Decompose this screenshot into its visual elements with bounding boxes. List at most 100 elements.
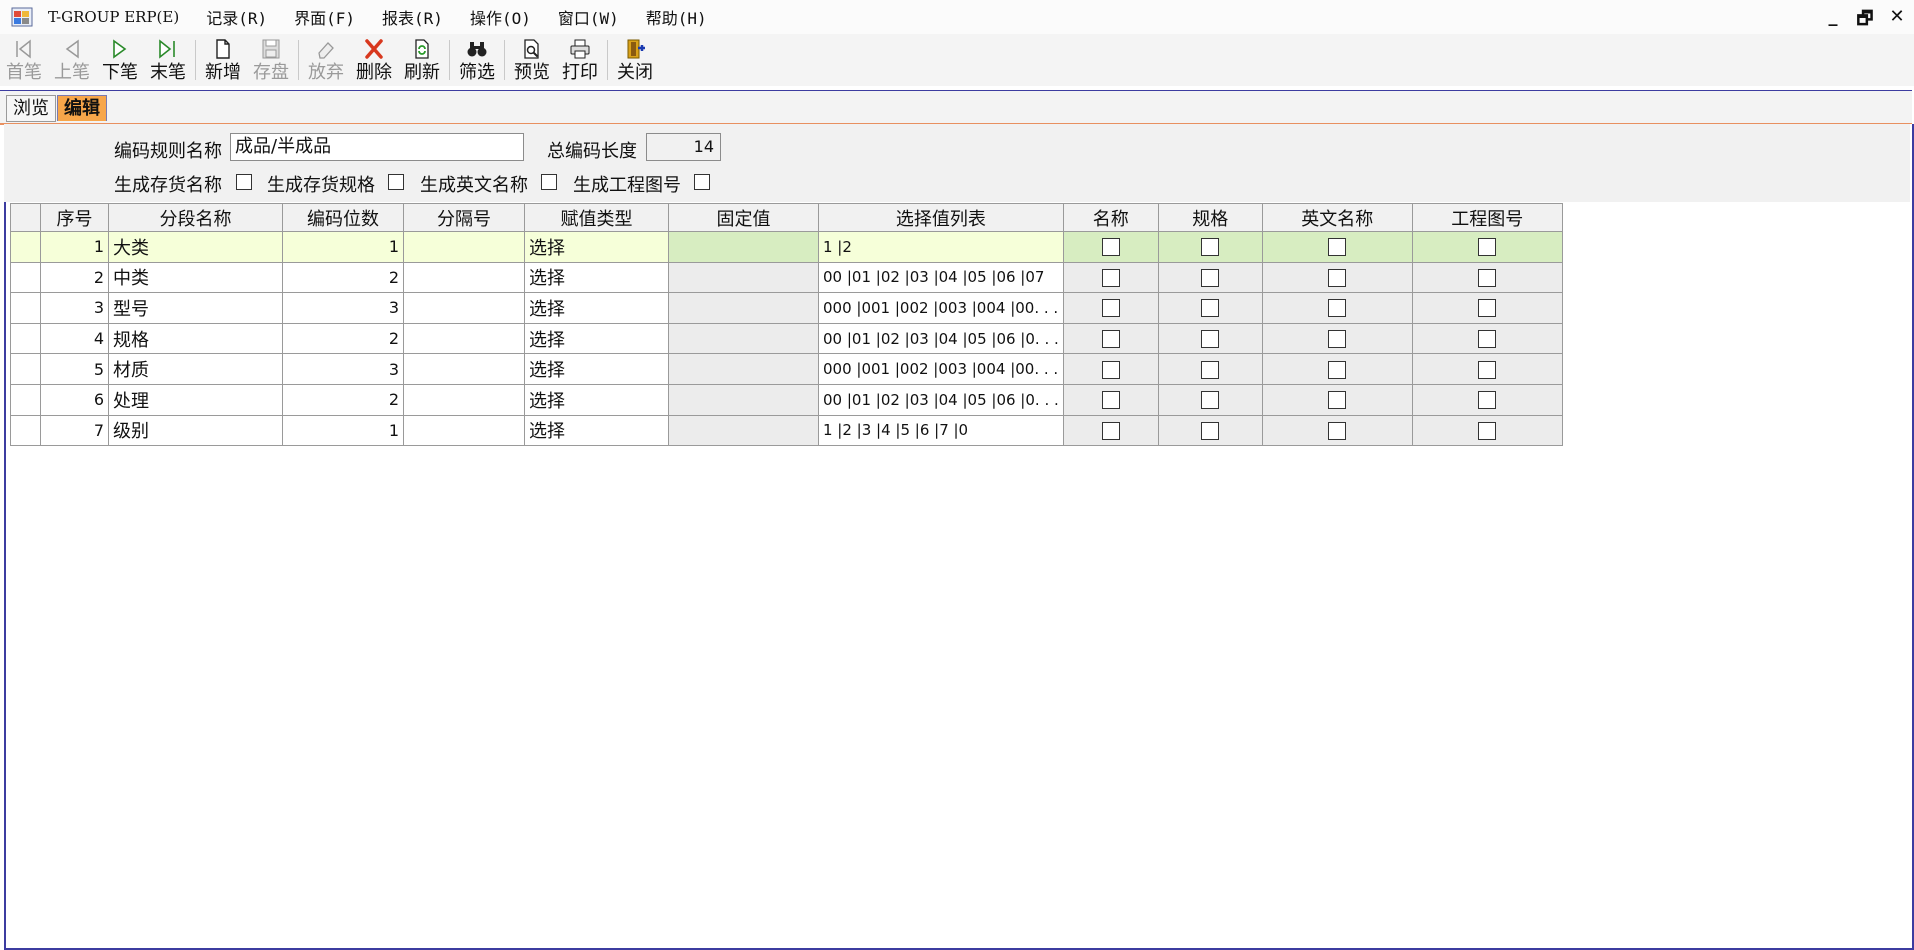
cell-assign-type[interactable]: 选择: [524, 292, 669, 324]
gen-drawing-checkbox[interactable]: [694, 174, 710, 190]
cell-drawing-flag[interactable]: [1411, 261, 1563, 294]
cell-separator[interactable]: [403, 353, 525, 385]
cell-seq[interactable]: 7: [40, 414, 109, 447]
cell-value-list[interactable]: 1 |2: [818, 231, 1064, 263]
cell-en-name-flag[interactable]: [1261, 414, 1413, 447]
col-header-segment-name[interactable]: 分段名称: [108, 203, 283, 232]
grid-checkbox[interactable]: [1478, 238, 1497, 257]
cell-en-name-flag[interactable]: [1261, 292, 1413, 324]
cell-assign-type[interactable]: 选择: [524, 322, 669, 355]
col-header-fixed-value[interactable]: 固定值: [668, 203, 819, 232]
cell-spec-flag[interactable]: [1157, 322, 1263, 355]
grid-checkbox[interactable]: [1478, 391, 1497, 410]
cell-assign-type[interactable]: 选择: [524, 231, 669, 263]
cell-name-flag[interactable]: [1062, 414, 1159, 447]
gen-name-checkbox[interactable]: [236, 174, 252, 190]
menu-help[interactable]: 帮助(H): [646, 5, 707, 29]
grid-checkbox[interactable]: [1328, 268, 1347, 287]
cell-segment-name[interactable]: 级别: [108, 414, 283, 447]
grid-checkbox[interactable]: [1328, 421, 1347, 440]
cell-fixed-value[interactable]: [668, 414, 819, 447]
cell-seq[interactable]: 6: [40, 383, 109, 416]
cell-separator[interactable]: [403, 261, 525, 294]
row-selector[interactable]: [10, 383, 41, 416]
cell-seq[interactable]: 4: [40, 322, 109, 355]
row-selector[interactable]: [10, 353, 41, 385]
cell-segment-name[interactable]: 处理: [108, 383, 283, 416]
first-record-button[interactable]: 首笔: [2, 34, 46, 86]
cell-fixed-value[interactable]: [668, 353, 819, 385]
grid-checkbox[interactable]: [1328, 299, 1347, 318]
col-header-en-name-flag[interactable]: 英文名称: [1261, 203, 1413, 232]
tab-edit[interactable]: 编辑: [57, 95, 107, 121]
cell-assign-type[interactable]: 选择: [524, 353, 669, 385]
col-header-spec-flag[interactable]: 规格: [1157, 203, 1263, 232]
grid-checkbox[interactable]: [1201, 330, 1220, 349]
grid-checkbox[interactable]: [1328, 238, 1347, 257]
cell-value-list[interactable]: 000 |001 |002 |003 |004 |00. . .: [818, 353, 1064, 385]
cell-spec-flag[interactable]: [1157, 383, 1263, 416]
cell-digits[interactable]: 2: [282, 261, 404, 294]
cell-assign-type[interactable]: 选择: [524, 261, 669, 294]
print-button[interactable]: 打印: [558, 34, 602, 86]
cell-en-name-flag[interactable]: [1261, 231, 1413, 263]
cell-en-name-flag[interactable]: [1261, 383, 1413, 416]
cell-spec-flag[interactable]: [1157, 292, 1263, 324]
cell-drawing-flag[interactable]: [1411, 322, 1563, 355]
cell-separator[interactable]: [403, 292, 525, 324]
cell-drawing-flag[interactable]: [1411, 414, 1563, 447]
row-selector[interactable]: [10, 414, 41, 447]
cell-assign-type[interactable]: 选择: [524, 414, 669, 447]
menu-record[interactable]: 记录(R): [206, 5, 267, 29]
close-window-button[interactable]: ✕: [1888, 6, 1906, 36]
menu-window[interactable]: 窗口(W): [558, 5, 619, 29]
cell-separator[interactable]: [403, 231, 525, 263]
cell-segment-name[interactable]: 型号: [108, 292, 283, 324]
grid-checkbox[interactable]: [1201, 421, 1220, 440]
table-row[interactable]: 7 级别 1 选择 1 |2 |3 |4 |5 |6 |7 |0: [10, 414, 1563, 447]
grid-checkbox[interactable]: [1101, 391, 1120, 410]
grid-checkbox[interactable]: [1101, 360, 1120, 379]
cell-seq[interactable]: 5: [40, 353, 109, 385]
last-record-button[interactable]: 末笔: [146, 34, 190, 86]
cell-segment-name[interactable]: 大类: [108, 231, 283, 263]
grid-checkbox[interactable]: [1101, 238, 1120, 257]
row-selector[interactable]: [10, 261, 41, 294]
restore-button[interactable]: 🗗: [1856, 6, 1874, 36]
cell-value-list[interactable]: 00 |01 |02 |03 |04 |05 |06 |0. . .: [818, 322, 1064, 355]
close-button[interactable]: 关闭: [613, 34, 657, 86]
col-header-digits[interactable]: 编码位数: [282, 203, 404, 232]
table-row[interactable]: 2 中类 2 选择 00 |01 |02 |03 |04 |05 |06 |07: [10, 261, 1563, 294]
cell-en-name-flag[interactable]: [1261, 261, 1413, 294]
cell-separator[interactable]: [403, 383, 525, 416]
grid-checkbox[interactable]: [1101, 421, 1120, 440]
grid-checkbox[interactable]: [1201, 299, 1220, 318]
col-header-seq[interactable]: 序号: [40, 203, 109, 232]
table-row[interactable]: 4 规格 2 选择 00 |01 |02 |03 |04 |05 |06 |0. . .: [10, 322, 1563, 355]
grid-checkbox[interactable]: [1478, 421, 1497, 440]
cell-drawing-flag[interactable]: [1411, 353, 1563, 385]
col-header-value-list[interactable]: 选择值列表: [818, 203, 1064, 232]
grid-checkbox[interactable]: [1101, 268, 1120, 287]
filter-button[interactable]: 筛选: [455, 34, 499, 86]
cell-name-flag[interactable]: [1062, 322, 1159, 355]
cell-digits[interactable]: 2: [282, 383, 404, 416]
table-row[interactable]: 5 材质 3 选择 000 |001 |002 |003 |004 |00. . .: [10, 353, 1563, 385]
cell-separator[interactable]: [403, 414, 525, 447]
col-header-name-flag[interactable]: 名称: [1062, 203, 1159, 232]
row-selector[interactable]: [10, 322, 41, 355]
preview-button[interactable]: 预览: [510, 34, 554, 86]
cell-digits[interactable]: 1: [282, 414, 404, 447]
cell-value-list[interactable]: 000 |001 |002 |003 |004 |00. . .: [818, 292, 1064, 324]
app-icon[interactable]: [10, 5, 34, 29]
cell-name-flag[interactable]: [1062, 353, 1159, 385]
cell-drawing-flag[interactable]: [1411, 231, 1563, 263]
grid-checkbox[interactable]: [1201, 268, 1220, 287]
cell-fixed-value[interactable]: [668, 322, 819, 355]
cell-digits[interactable]: 3: [282, 353, 404, 385]
cell-name-flag[interactable]: [1062, 261, 1159, 294]
table-row[interactable]: 6 处理 2 选择 00 |01 |02 |03 |04 |05 |06 |0. . .: [10, 383, 1563, 416]
col-header-separator[interactable]: 分隔号: [403, 203, 525, 232]
cell-segment-name[interactable]: 材质: [108, 353, 283, 385]
cell-en-name-flag[interactable]: [1261, 353, 1413, 385]
